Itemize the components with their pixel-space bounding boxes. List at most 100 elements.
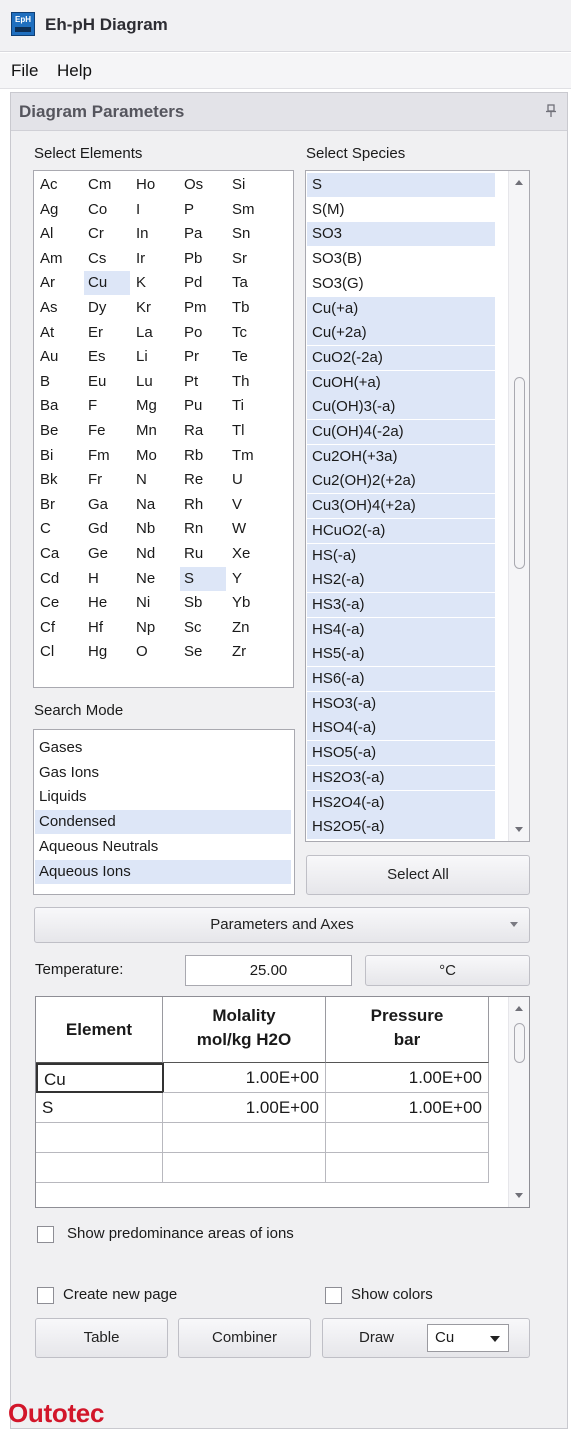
element-cr[interactable]: Cr	[84, 222, 130, 246]
species-list[interactable]: HS2O5(-a) HS2O4(-a) HS2O3(-a) HSO5(-a) HSO4(…	[305, 170, 530, 842]
species-item[interactable]: Cu3(OH)4(+2a)	[307, 494, 495, 519]
element-np[interactable]: Np	[132, 616, 178, 640]
table-cell-molality[interactable]	[163, 1153, 326, 1183]
search-mode-item[interactable]: Aqueous Neutrals	[35, 835, 291, 859]
scroll-down-arrow-icon[interactable]	[515, 827, 523, 832]
element-pu[interactable]: Pu	[180, 394, 226, 418]
element-be[interactable]: Be	[36, 419, 82, 443]
element-ho[interactable]: Ho	[132, 173, 178, 197]
species-item[interactable]: HSO3(-a)	[307, 691, 495, 716]
element-cm[interactable]: Cm	[84, 173, 130, 197]
element-fe[interactable]: Fe	[84, 419, 130, 443]
element-xe[interactable]: Xe	[228, 542, 274, 566]
element-sn[interactable]: Sn	[228, 222, 274, 246]
menu-help[interactable]: Help	[57, 61, 92, 81]
species-item[interactable]: Cu(OH)4(-2a)	[307, 420, 495, 444]
table-cell-pressure[interactable]	[326, 1123, 489, 1153]
element-pa[interactable]: Pa	[180, 222, 226, 246]
species-item[interactable]: HS5(-a)	[307, 642, 495, 667]
table-cell-pressure[interactable]	[326, 1153, 489, 1183]
element-dy[interactable]: Dy	[84, 296, 130, 320]
element-tm[interactable]: Tm	[228, 444, 274, 468]
element-cs[interactable]: Cs	[84, 247, 130, 271]
element-ta[interactable]: Ta	[228, 271, 274, 295]
species-item[interactable]: Cu2OH(+3a)	[307, 444, 495, 469]
element-mo[interactable]: Mo	[132, 444, 178, 468]
element-kr[interactable]: Kr	[132, 296, 178, 320]
element-sr[interactable]: Sr	[228, 247, 274, 271]
parameters-axes-dropdown[interactable]: Parameters and Axes	[34, 907, 530, 943]
table-cell-pressure[interactable]: 1.00E+00	[326, 1093, 489, 1123]
element-al[interactable]: Al	[36, 222, 82, 246]
element-w[interactable]: W	[228, 517, 274, 541]
element-ra[interactable]: Ra	[180, 419, 226, 443]
table-cell-molality[interactable]: 1.00E+00	[163, 1093, 326, 1123]
table-cell-pressure[interactable]: 1.00E+00	[326, 1063, 489, 1093]
species-item[interactable]: Cu(+2a)	[307, 321, 495, 346]
species-item[interactable]: SO3	[307, 222, 495, 247]
element-th[interactable]: Th	[228, 370, 274, 394]
table-button[interactable]: Table	[35, 1318, 168, 1358]
species-scrollbar[interactable]	[508, 171, 529, 841]
element-yb[interactable]: Yb	[228, 591, 274, 615]
element-nb[interactable]: Nb	[132, 517, 178, 541]
element-am[interactable]: Am	[36, 247, 82, 271]
element-mg[interactable]: Mg	[132, 394, 178, 418]
element-eu[interactable]: Eu	[84, 370, 130, 394]
species-item[interactable]: HS2O5(-a)	[307, 815, 495, 840]
element-ru[interactable]: Ru	[180, 542, 226, 566]
element-pr[interactable]: Pr	[180, 345, 226, 369]
element-pd[interactable]: Pd	[180, 271, 226, 295]
combiner-button[interactable]: Combiner	[178, 1318, 311, 1358]
element-p[interactable]: P	[180, 198, 226, 222]
table-cell-element[interactable]: S	[36, 1093, 163, 1123]
species-item[interactable]: Cu(OH)3(-a)	[307, 395, 495, 420]
table-cell-element[interactable]	[36, 1153, 163, 1183]
element-u[interactable]: U	[228, 468, 274, 492]
pin-icon[interactable]	[545, 104, 557, 118]
element-ac[interactable]: Ac	[36, 173, 82, 197]
temperature-unit-button[interactable]: °C	[365, 955, 530, 986]
element-b[interactable]: B	[36, 370, 82, 394]
element-er[interactable]: Er	[84, 321, 130, 345]
element-ni[interactable]: Ni	[132, 591, 178, 615]
species-item[interactable]: HCuO2(-a)	[307, 518, 495, 543]
element-n[interactable]: N	[132, 468, 178, 492]
element-hf[interactable]: Hf	[84, 616, 130, 640]
element-ca[interactable]: Ca	[36, 542, 82, 566]
element-ag[interactable]: Ag	[36, 198, 82, 222]
element-s[interactable]: S	[180, 566, 226, 591]
table-cell-molality[interactable]: 1.00E+00	[163, 1063, 326, 1093]
element-gd[interactable]: Gd	[84, 517, 130, 541]
element-ge[interactable]: Ge	[84, 542, 130, 566]
search-mode-item[interactable]: Gas Ions	[35, 761, 291, 785]
element-os[interactable]: Os	[180, 173, 226, 197]
element-ir[interactable]: Ir	[132, 247, 178, 271]
element-in[interactable]: In	[132, 222, 178, 246]
species-item[interactable]: SO3(G)	[307, 271, 495, 296]
checkbox-box[interactable]	[37, 1287, 54, 1304]
element-co[interactable]: Co	[84, 198, 130, 222]
element-li[interactable]: Li	[132, 345, 178, 369]
element-i[interactable]: I	[132, 198, 178, 222]
element-ba[interactable]: Ba	[36, 394, 82, 418]
table-cell-element[interactable]	[36, 1123, 163, 1153]
element-c[interactable]: C	[36, 517, 82, 541]
element-na[interactable]: Na	[132, 493, 178, 517]
element-tl[interactable]: Tl	[228, 419, 274, 443]
search-mode-item[interactable]: Condensed	[35, 810, 291, 835]
element-po[interactable]: Po	[180, 321, 226, 345]
element-sc[interactable]: Sc	[180, 616, 226, 640]
element-cl[interactable]: Cl	[36, 640, 82, 664]
element-ga[interactable]: Ga	[84, 493, 130, 517]
species-item[interactable]: CuOH(+a)	[307, 370, 495, 395]
table-cell-element[interactable]: Cu	[36, 1063, 164, 1093]
species-item[interactable]: HS2O4(-a)	[307, 790, 495, 815]
temperature-input[interactable]: 25.00	[185, 955, 352, 986]
element-pb[interactable]: Pb	[180, 247, 226, 271]
element-la[interactable]: La	[132, 321, 178, 345]
element-bi[interactable]: Bi	[36, 444, 82, 468]
species-item[interactable]: Cu(+a)	[307, 296, 495, 321]
draw-element-select[interactable]: Cu	[427, 1324, 509, 1352]
element-f[interactable]: F	[84, 394, 130, 418]
